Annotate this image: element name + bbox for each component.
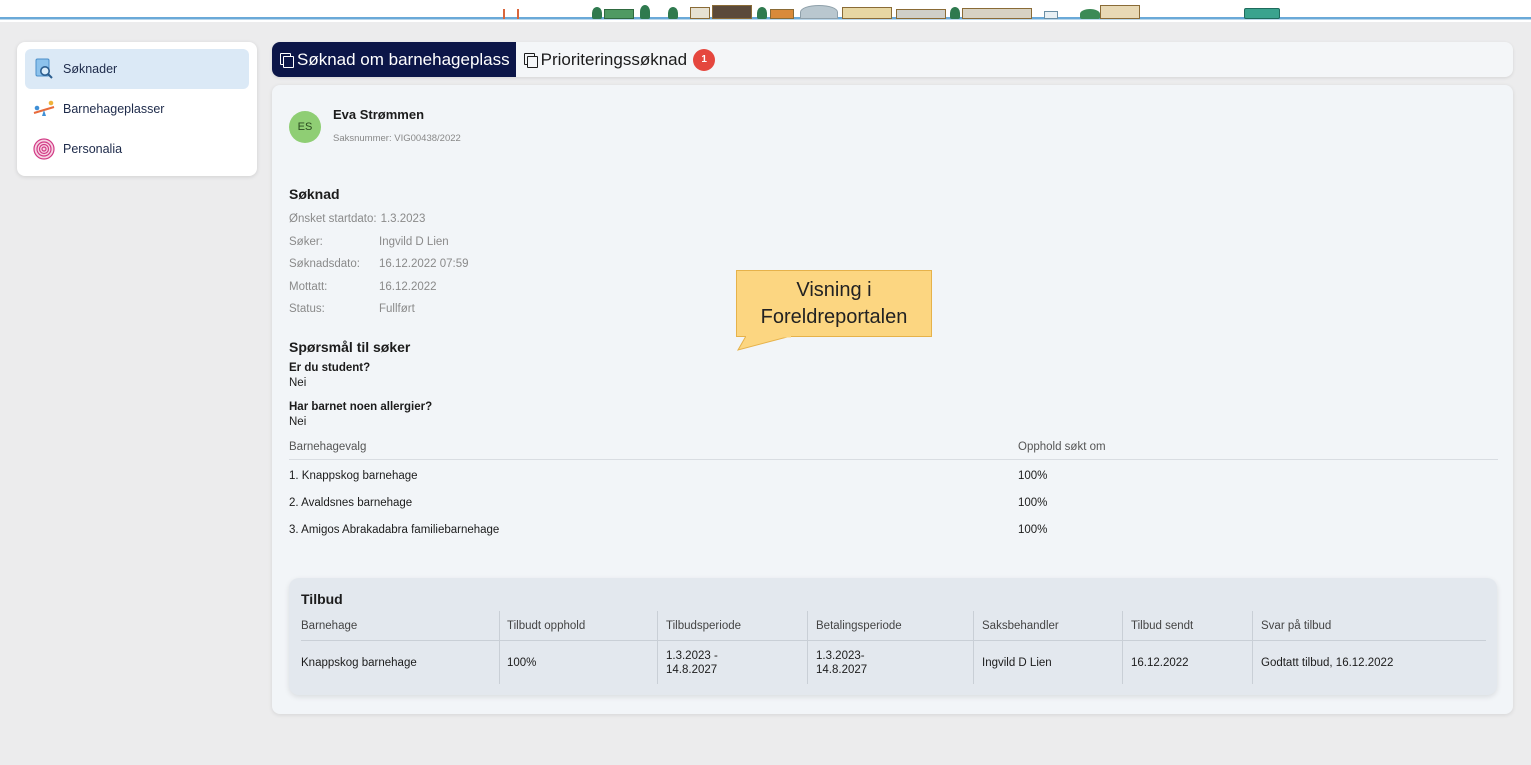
sidebar-item-label: Barnehageplasser [63,102,165,116]
sidebar-item-barnehageplasser[interactable]: Barnehageplasser [25,89,249,129]
avatar: ES [289,111,321,143]
column-header: Opphold søkt om [1018,441,1106,453]
offer-stay: 100% [507,657,537,669]
sidebar-item-soknader[interactable]: Søknader [25,49,249,89]
offer-heading: Tilbud [301,591,343,607]
application-panel: ES Eva Strømmen Saksnummer: VIG00438/202… [272,85,1513,714]
question-label: Er du student? [289,362,371,374]
seesaw-icon [33,98,55,120]
case-handler: Ingvild D Lien [982,657,1052,669]
case-number: Saksnummer: VIG00438/2022 [333,133,461,144]
field-received: Mottatt: 16.12.2022 [289,281,437,293]
applicant-name: Eva Strømmen [333,107,425,122]
table-row: 3. Amigos Abrakadabra familiebarnehage 1… [289,524,1498,544]
choice-kindergarten: 3. Amigos Abrakadabra familiebarnehage [289,524,500,536]
column-header: Svar på tilbud [1261,619,1332,632]
field-application-date: Søknadsdato: 16.12.2022 07:59 [289,258,469,270]
sidebar: Søknader Barnehageplasser Personalia [17,42,257,176]
table-row: 1. Knappskog barnehage 100% [289,470,1498,490]
table-row: Knappskog barnehage 100% 1.3.2023 - 14.8… [301,642,1486,684]
choice-kindergarten: 2. Avaldsnes barnehage [289,497,413,509]
column-header: Betalingsperiode [816,619,902,632]
question-label: Har barnet noen allergier? [289,401,433,413]
payment-period: 1.3.2023- 14.8.2027 [816,650,868,676]
tab-bar: Søknad om barnehageplass Prioriteringssø… [272,42,1513,77]
tab-soknad-om-barnehageplass[interactable]: Søknad om barnehageplass [272,42,516,77]
choice-stay: 100% [1018,470,1048,482]
offer-response: Godtatt tilbud, 16.12.2022 [1261,657,1394,669]
table-row: 2. Avaldsnes barnehage 100% [289,497,1498,517]
callout-annotation: Visning i Foreldreportalen [736,270,932,337]
field-status: Status: Fullført [289,303,415,315]
offer-kindergarten: Knappskog barnehage [301,657,417,669]
question-answer: Nei [289,416,307,428]
question-answer: Nei [289,377,307,389]
column-header: Tilbud sendt [1131,619,1194,632]
top-banner-illustration [0,0,1531,22]
offer-period: 1.3.2023 - 14.8.2027 [666,650,718,676]
tab-label: Søknad om barnehageplass [297,49,510,69]
choice-stay: 100% [1018,524,1048,536]
field-applicant: Søker: Ingvild D Lien [289,236,449,248]
callout-tail [736,336,792,351]
sidebar-item-label: Personalia [63,142,123,156]
offer-sent-date: 16.12.2022 [1131,657,1189,669]
choices-table-header: Barnehagevalg Opphold søkt om [289,441,1498,460]
notification-badge: 1 [693,48,716,71]
column-header: Tilbudt opphold [507,619,586,632]
document-search-icon [33,58,55,80]
field-start-date: Ønsket startdato: 1.3.2023 [289,213,426,225]
copy-icon [280,52,294,68]
tab-label: Prioriteringssøknad [540,49,688,69]
offer-table-header: Barnehage Tilbudt opphold Tilbudsperiode… [301,611,1486,641]
tab-prioriteringssoknad[interactable]: Prioriteringssøknad 1 [516,42,721,77]
copy-icon [523,52,538,68]
column-header: Barnehagevalg [289,441,367,453]
column-header: Tilbudsperiode [666,619,742,632]
choice-stay: 100% [1018,497,1048,509]
callout-text: Visning i Foreldreportalen [760,278,908,328]
column-header: Barnehage [301,619,358,632]
offer-card: Tilbud Barnehage Tilbudt opphold Tilbuds… [289,578,1497,695]
questions-heading: Spørsmål til søker [289,339,411,355]
sidebar-item-personalia[interactable]: Personalia [25,129,249,169]
column-header: Saksbehandler [982,619,1059,632]
fingerprint-icon [33,138,55,160]
choice-kindergarten: 1. Knappskog barnehage [289,470,418,482]
sidebar-item-label: Søknader [63,62,118,76]
application-heading: Søknad [289,186,340,202]
